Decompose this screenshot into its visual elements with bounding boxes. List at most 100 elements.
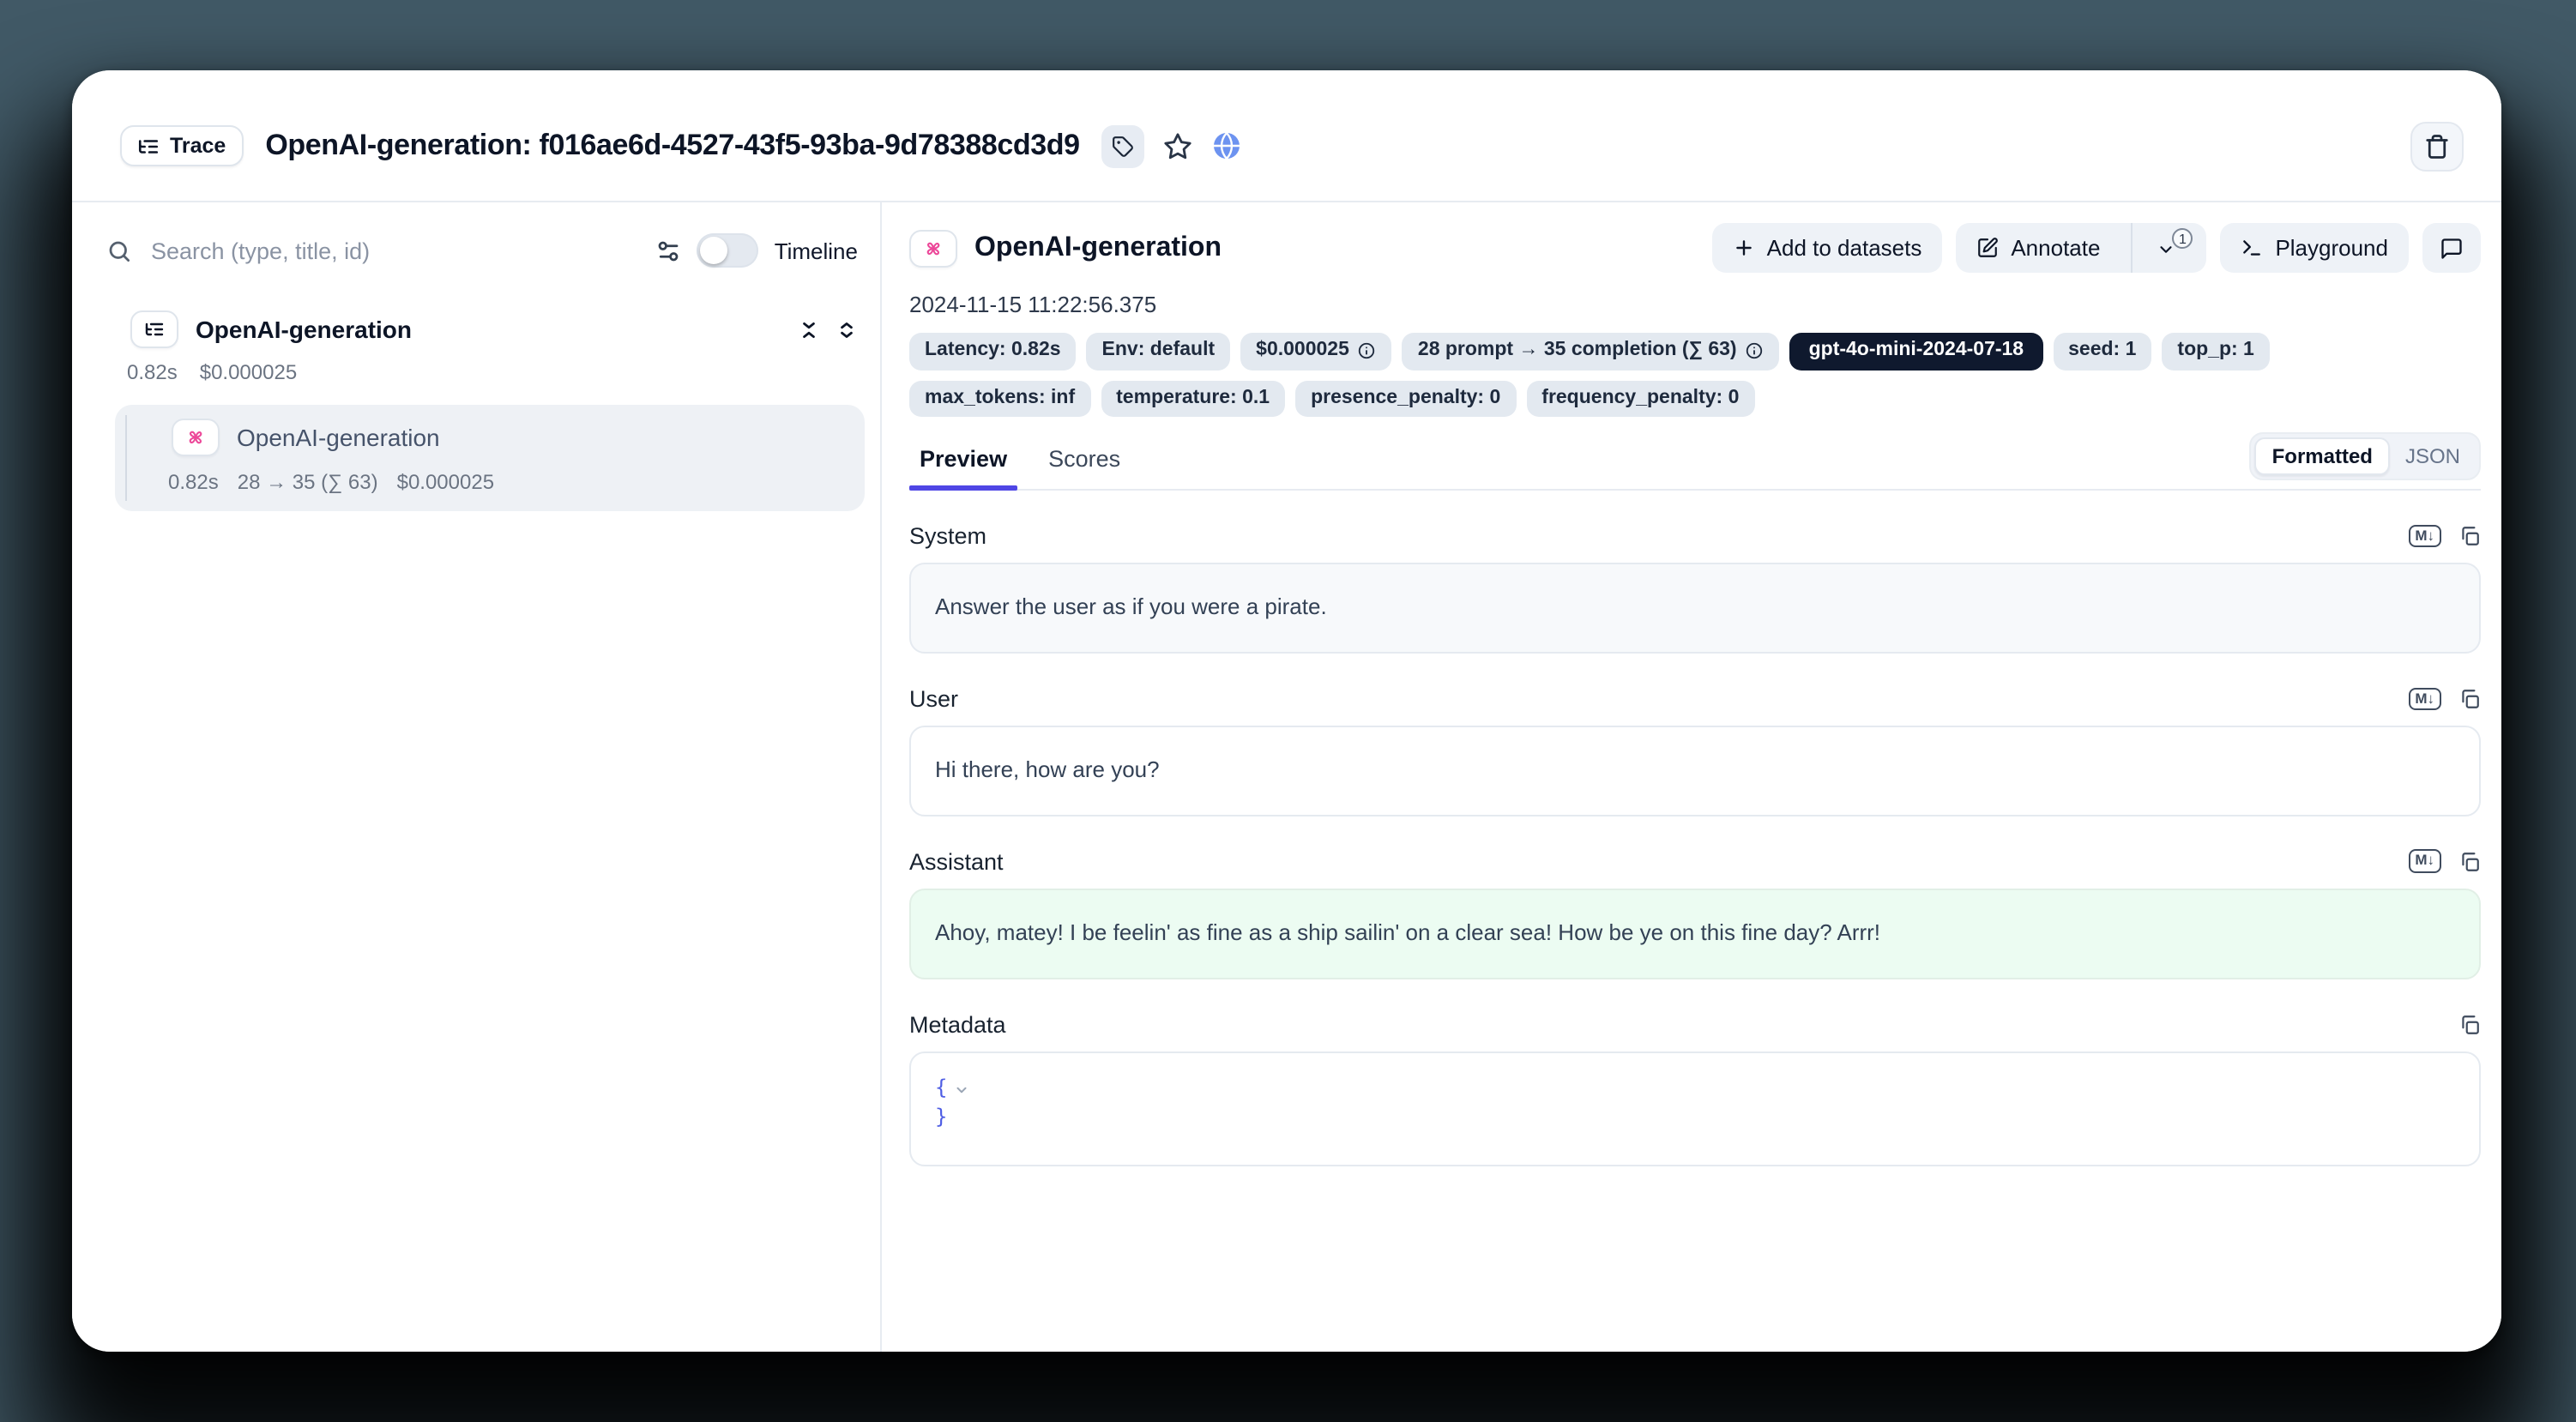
- search-icon: [106, 238, 132, 263]
- copy-icon[interactable]: [2458, 525, 2481, 547]
- child-tokens: 28 → 35 (∑ 63): [238, 470, 378, 494]
- user-label: User: [909, 686, 958, 712]
- collapse-all-icon[interactable]: [836, 318, 858, 340]
- add-to-datasets-button[interactable]: Add to datasets: [1712, 223, 1943, 273]
- temperature-badge: temperature: 0.1: [1101, 380, 1285, 417]
- top-p-badge: top_p: 1: [2162, 333, 2269, 370]
- tag-icon: [1113, 133, 1135, 159]
- tree-actions: [798, 318, 865, 340]
- markdown-toggle-icon[interactable]: M↓: [2408, 524, 2441, 548]
- observation-badges: Latency: 0.82s Env: default $0.000025 28…: [909, 333, 2419, 417]
- list-tree-icon: [137, 135, 160, 157]
- main-split: Timeline OpenAI-generation: [72, 202, 2501, 1352]
- cost-badge: $0.000025: [1240, 333, 1392, 370]
- expand-all-icon[interactable]: [798, 318, 820, 340]
- trace-title: OpenAI-generation: f016ae6d-4527-43f5-93…: [265, 129, 1079, 163]
- plus-icon: [1733, 237, 1755, 259]
- system-section-header: System M↓: [909, 523, 2481, 549]
- root-latency: 0.82s: [127, 360, 178, 384]
- star-icon: [1164, 131, 1193, 160]
- format-toggle-json[interactable]: JSON: [2390, 439, 2476, 473]
- tab-scores[interactable]: Scores: [1038, 436, 1131, 489]
- trash-icon: [2424, 133, 2450, 159]
- playground-button[interactable]: Playground: [2220, 223, 2409, 273]
- trace-type-badge: Trace: [120, 125, 243, 166]
- tree-child-metrics: 0.82s 28 → 35 (∑ 63) $0.000025: [115, 456, 865, 494]
- annotate-dropdown-button[interactable]: 1: [2145, 223, 2206, 273]
- copy-icon[interactable]: [2458, 1013, 2481, 1035]
- observation-title: OpenAI-generation: [974, 232, 1222, 263]
- assistant-section-icons: M↓: [2408, 850, 2481, 874]
- system-section-icons: M↓: [2408, 524, 2481, 548]
- presence-penalty-badge: presence_penalty: 0: [1295, 380, 1516, 417]
- comments-button[interactable]: [2422, 223, 2481, 273]
- json-close-brace: }: [935, 1106, 947, 1132]
- annotate-label: Annotate: [2011, 235, 2100, 261]
- metadata-section-icons: [2458, 1013, 2481, 1035]
- tree-child-label: OpenAI-generation: [237, 424, 440, 451]
- button-divider: [2131, 223, 2133, 273]
- tree-root-item[interactable]: OpenAI-generation: [115, 310, 865, 348]
- child-cost: $0.000025: [397, 470, 494, 494]
- trace-badge-label: Trace: [170, 134, 226, 158]
- timeline-toggle[interactable]: [697, 233, 759, 268]
- generation-pinwheel-icon: [923, 238, 944, 258]
- tags-button[interactable]: [1102, 124, 1145, 167]
- json-collapse-chevron-icon[interactable]: [954, 1082, 969, 1097]
- tree-child-row: OpenAI-generation: [115, 419, 865, 456]
- search-input[interactable]: [148, 236, 641, 265]
- json-open-brace: {: [935, 1076, 947, 1103]
- seed-badge: seed: 1: [2053, 333, 2151, 370]
- annotation-count-badge: 1: [2172, 228, 2193, 249]
- delete-trace-button[interactable]: [2410, 121, 2464, 171]
- list-tree-icon: [144, 319, 165, 340]
- terminal-icon: [2241, 237, 2263, 259]
- observation-timestamp: 2024-11-15 11:22:56.375: [909, 292, 2481, 317]
- toggle-knob: [701, 237, 728, 264]
- user-message: Hi there, how are you?: [909, 726, 2481, 816]
- env-badge: Env: default: [1087, 333, 1231, 370]
- trace-titlebar: Trace OpenAI-generation: f016ae6d-4527-4…: [72, 70, 2501, 202]
- tab-bar: Preview Scores Formatted JSON: [909, 432, 2481, 491]
- globe-icon: [1212, 130, 1243, 161]
- format-toggle-formatted[interactable]: Formatted: [2255, 437, 2390, 475]
- assistant-label: Assistant: [909, 849, 1004, 875]
- copy-icon[interactable]: [2458, 851, 2481, 873]
- tree-search-row: Timeline: [72, 213, 880, 288]
- user-section-icons: M↓: [2408, 687, 2481, 711]
- generation-badge: [909, 229, 957, 267]
- desktop-background: Trace OpenAI-generation: f016ae6d-4527-4…: [0, 0, 2576, 1422]
- tree-item-generation-selected[interactable]: OpenAI-generation 0.82s 28 → 35 (∑ 63) $…: [115, 405, 865, 511]
- max-tokens-badge: max_tokens: inf: [909, 380, 1090, 417]
- add-to-datasets-label: Add to datasets: [1767, 235, 1922, 261]
- trace-tree-sidebar: Timeline OpenAI-generation: [72, 202, 882, 1352]
- annotate-button[interactable]: Annotate: [1956, 223, 2119, 273]
- app-window: Trace OpenAI-generation: f016ae6d-4527-4…: [72, 70, 2501, 1352]
- generation-node-badge: [172, 419, 220, 456]
- tree-root-label: OpenAI-generation: [196, 316, 412, 343]
- json-close-line: }: [935, 1104, 2455, 1133]
- pen-square-icon: [1976, 237, 1999, 259]
- metadata-label: Metadata: [909, 1011, 1006, 1037]
- markdown-toggle-icon[interactable]: M↓: [2408, 687, 2441, 711]
- root-cost: $0.000025: [200, 360, 297, 384]
- tree-root-metrics: 0.82s $0.000025: [115, 348, 865, 384]
- info-icon[interactable]: [1358, 342, 1377, 361]
- comment-bubble-icon: [2440, 236, 2464, 260]
- public-share-button[interactable]: [1212, 130, 1243, 161]
- user-section-header: User M↓: [909, 686, 2481, 712]
- trace-node-badge: [130, 310, 178, 348]
- json-open-line: {: [935, 1075, 2455, 1104]
- view-settings-icon[interactable]: [656, 238, 682, 263]
- copy-icon[interactable]: [2458, 688, 2481, 710]
- metadata-section-header: Metadata: [909, 1011, 2481, 1037]
- info-icon[interactable]: [1746, 342, 1765, 361]
- generation-pinwheel-icon: [185, 427, 206, 448]
- system-label: System: [909, 523, 986, 549]
- model-badge[interactable]: gpt-4o-mini-2024-07-18: [1790, 333, 2043, 370]
- timeline-toggle-label: Timeline: [775, 238, 858, 263]
- bookmark-star-button[interactable]: [1164, 131, 1193, 160]
- format-toggle: Formatted JSON: [2250, 432, 2481, 480]
- markdown-toggle-icon[interactable]: M↓: [2408, 850, 2441, 874]
- tab-preview[interactable]: Preview: [909, 436, 1017, 489]
